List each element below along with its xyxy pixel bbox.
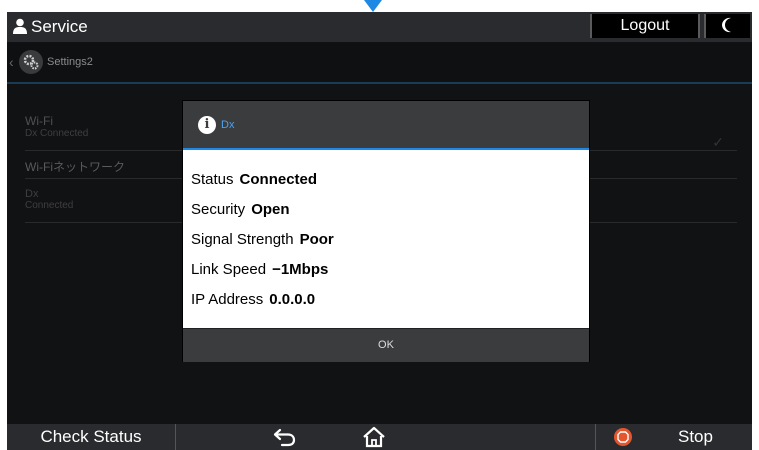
- network-header: Wi-Fiネットワーク: [25, 160, 125, 174]
- network-status: Connected: [25, 200, 74, 211]
- dialog-title: Dx: [221, 119, 235, 131]
- back-chevron-icon[interactable]: ‹: [9, 54, 14, 70]
- signal-strength-row: Signal Strength Poor: [191, 231, 334, 248]
- top-indicator: [364, 0, 382, 12]
- user-icon: [13, 18, 27, 34]
- security-value: Open: [251, 201, 290, 218]
- list-header-network: Wi-Fiネットワーク: [25, 158, 125, 175]
- link-speed-row: Link Speed −1Mbps: [191, 261, 328, 278]
- logout-button[interactable]: Logout: [590, 14, 700, 38]
- ip-address-value: 0.0.0.0: [269, 291, 316, 308]
- signal-strength-value: Poor: [299, 231, 334, 248]
- dialog-header: i Dx: [183, 101, 589, 150]
- night-mode-button[interactable]: [704, 14, 750, 38]
- check-status-button[interactable]: Check Status: [7, 424, 176, 450]
- settings-app-icon: [19, 50, 43, 74]
- list-item-wifi[interactable]: Wi-Fi Dx Connected: [25, 114, 88, 139]
- status-row: Status Connected: [191, 171, 317, 188]
- service-title: Service: [31, 17, 88, 36]
- ip-address-row: IP Address 0.0.0.0: [191, 291, 315, 308]
- dialog-footer: OK: [183, 328, 589, 362]
- stop-icon: [614, 428, 632, 446]
- dialog-body: Status Connected Security Open Signal Stre…: [183, 150, 589, 327]
- status-value: Connected: [239, 171, 318, 188]
- security-label: Security: [191, 201, 246, 218]
- ip-address-label: IP Address: [191, 291, 264, 308]
- security-row: Security Open: [191, 201, 290, 218]
- status-label: Status: [191, 171, 234, 188]
- network-name: Dx: [25, 188, 39, 200]
- ok-button[interactable]: OK: [183, 329, 589, 362]
- home-icon[interactable]: [362, 426, 386, 448]
- gear-icon: [23, 54, 39, 70]
- breadcrumb: ‹ Settings2: [7, 42, 752, 84]
- bottom-bar: Check Status Stop: [7, 424, 752, 450]
- page-title: Settings2: [47, 56, 93, 68]
- back-arrow-icon[interactable]: [273, 427, 297, 447]
- moon-icon: [722, 17, 731, 33]
- list-item-network[interactable]: Dx Connected: [25, 188, 73, 211]
- top-bar: Service Logout: [7, 12, 752, 42]
- stop-button[interactable]: Stop: [595, 424, 752, 450]
- link-speed-label: Link Speed: [191, 261, 267, 278]
- device-screen: Service Logout ‹ Settings2 Wi-Fi Dx Conn…: [7, 12, 752, 450]
- check-icon: ✓: [712, 134, 724, 150]
- network-info-dialog: i Dx Status Connected Security Open Signal…: [183, 101, 589, 362]
- link-speed-value: −1Mbps: [272, 261, 329, 278]
- info-icon: i: [198, 116, 216, 134]
- stop-label: Stop: [678, 427, 713, 446]
- wifi-subtitle: Dx Connected: [25, 128, 89, 139]
- wifi-title: Wi-Fi: [25, 114, 53, 128]
- signal-strength-label: Signal Strength: [191, 231, 294, 248]
